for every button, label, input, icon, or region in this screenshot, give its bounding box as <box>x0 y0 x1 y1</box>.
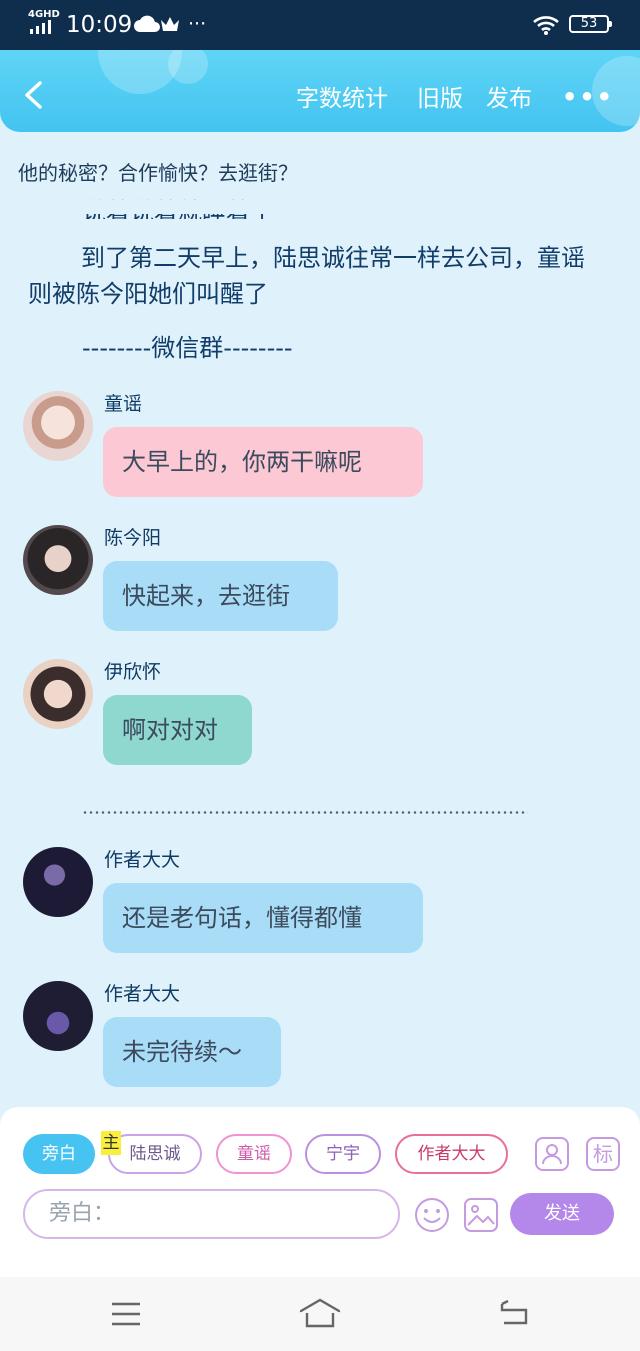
message-bubble[interactable]: 大早上的，你两干嘛呢 <box>103 427 423 497</box>
system-nav-bar <box>0 1277 640 1351</box>
message-bubble[interactable]: 啊对对对 <box>103 695 252 765</box>
message-bubble[interactable]: 快起来，去逛街 <box>103 561 338 631</box>
title-divider <box>0 200 640 214</box>
emoji-icon[interactable] <box>413 1196 451 1234</box>
message-bubble[interactable]: 还是老句话，懂得都懂 <box>103 883 423 953</box>
crown-icon <box>161 17 179 31</box>
message-bubble[interactable]: 未完待续～ <box>103 1017 281 1087</box>
avatar-tongyao[interactable] <box>23 391 93 461</box>
speaker-name: 伊欣怀 <box>104 661 162 683</box>
more-menu-icon[interactable]: ••• <box>562 81 614 113</box>
home-icon[interactable] <box>298 1297 342 1329</box>
story-paragraph[interactable]: 到了第二天早上，陆思诚往常一样去公司，童谣则被陈今阳她们叫醒了 <box>28 240 588 312</box>
menu-icon[interactable] <box>110 1301 142 1327</box>
avatar-author[interactable] <box>23 847 93 917</box>
more-notifications-icon: ··· <box>188 13 207 35</box>
speaker-name: 作者大大 <box>104 983 181 1005</box>
speaker-name: 陈今阳 <box>104 527 162 549</box>
app-header: 字数统计 旧版 发布 ••• <box>0 50 640 132</box>
avatar-yixinhuai[interactable] <box>23 659 93 729</box>
image-icon[interactable] <box>463 1197 499 1233</box>
send-button[interactable]: 发送 <box>510 1193 614 1235</box>
story-title[interactable]: 他的秘密？合作愉快？去逛街？ <box>18 158 298 188</box>
word-count-button[interactable]: 字数统计 <box>296 83 388 115</box>
role-chip-narration[interactable]: 旁白 <box>23 1134 95 1174</box>
role-chip-author[interactable]: 作者大大 <box>395 1134 508 1174</box>
main-role-tag: 主 <box>101 1131 121 1155</box>
back-icon[interactable] <box>498 1299 532 1327</box>
signal-icon <box>30 20 51 34</box>
role-chip-tongyao[interactable]: 童谣 <box>216 1134 292 1174</box>
status-bar: 4GHD 10:09 ··· 53 <box>0 0 640 50</box>
role-chip-ningyu[interactable]: 宁宇 <box>305 1134 381 1174</box>
decorative-bubble <box>168 50 208 84</box>
dotted-separator <box>82 811 528 814</box>
wifi-icon <box>533 16 559 35</box>
add-character-icon[interactable] <box>535 1137 569 1171</box>
speaker-name: 童谣 <box>104 393 143 415</box>
role-chip-lusicheng[interactable]: 陆思诚 <box>108 1134 202 1174</box>
speaker-name: 作者大大 <box>104 849 181 871</box>
old-version-button[interactable]: 旧版 <box>417 83 463 115</box>
status-time: 10:09 <box>66 12 133 38</box>
back-arrow-icon[interactable] <box>20 80 48 110</box>
section-separator: --------微信群-------- <box>82 334 293 362</box>
avatar-chenjinyang[interactable] <box>23 525 93 595</box>
battery-indicator: 53 <box>569 15 612 33</box>
tag-button[interactable]: 标 <box>586 1137 620 1171</box>
avatar-author[interactable] <box>23 981 93 1051</box>
cloud-icon <box>134 15 160 32</box>
network-indicator: 4GHD <box>28 9 60 20</box>
message-input[interactable]: 旁白： <box>23 1189 400 1239</box>
publish-button[interactable]: 发布 <box>486 83 532 115</box>
